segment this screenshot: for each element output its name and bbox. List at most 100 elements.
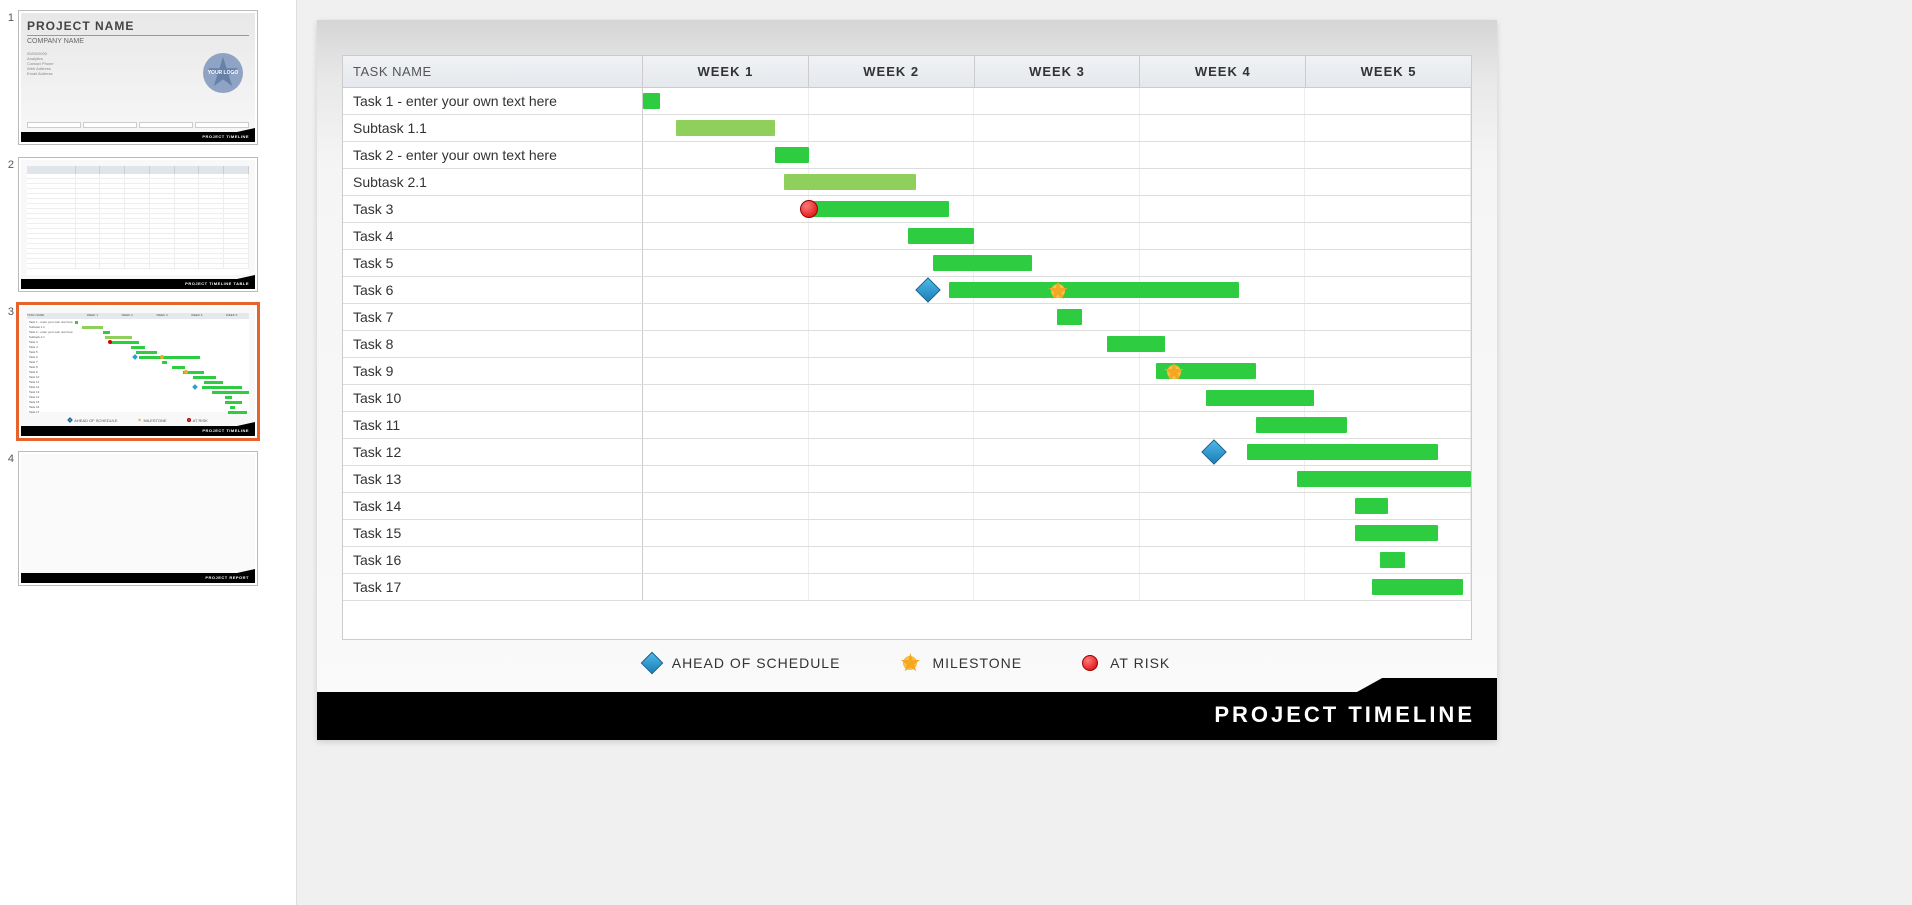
task-label: Task 6 [343,277,643,303]
task-label: Subtask 2.1 [343,169,643,195]
task-label: Task 1 - enter your own text here [343,88,643,114]
week-column-header: WEEK 5 [1306,56,1471,87]
legend-milestone: MILESTONE [900,653,1022,673]
milestone-marker [1048,281,1068,301]
task-label: Task 9 [343,358,643,384]
gantt-legend: AHEAD OF SCHEDULE MILESTONE AT RISK [342,648,1472,678]
task-label: Task 8 [343,331,643,357]
gantt-bar[interactable] [1355,498,1388,514]
gantt-row: Task 2 - enter your own text here [343,142,1471,169]
gantt-row: Task 9 [343,358,1471,385]
gantt-row: Task 6 [343,277,1471,304]
task-label: Task 12 [343,439,643,465]
gantt-bar[interactable] [676,120,775,136]
week-column-header: WEEK 1 [643,56,809,87]
task-label: Task 15 [343,520,643,546]
gantt-row: Task 14 [343,493,1471,520]
gantt-bar[interactable] [1355,525,1438,541]
gantt-bar[interactable] [1256,417,1347,433]
slide-number: 2 [4,157,18,292]
gantt-bar[interactable] [809,201,950,217]
gantt-bar[interactable] [933,255,1032,271]
gantt-row: Task 4 [343,223,1471,250]
week-column-header: WEEK 4 [1140,56,1306,87]
task-label: Subtask 1.1 [343,115,643,141]
legend-ahead: AHEAD OF SCHEDULE [644,655,841,671]
gantt-bar[interactable] [1247,444,1437,460]
gantt-row: Subtask 2.1 [343,169,1471,196]
slide-thumbnail-3[interactable]: TASK NAMEWEEK 1WEEK 2WEEK 3WEEK 4WEEK 5T… [18,304,258,439]
gantt-bar[interactable] [949,282,1239,298]
milestone-marker [1164,362,1184,382]
gantt-header: TASK NAME WEEK 1 WEEK 2 WEEK 3 WEEK 4 WE… [343,56,1471,88]
gantt-row: Task 10 [343,385,1471,412]
at-risk-marker [800,200,818,218]
gantt-bar[interactable] [1297,471,1471,487]
thumb-footer-label: PROJECT REPORT [21,573,255,583]
task-label: Task 11 [343,412,643,438]
thumb-legend: AHEAD OF SCHEDULE MILESTONE AT RISK [27,416,249,424]
task-label: Task 16 [343,547,643,573]
thumb-title: PROJECT NAME [27,19,249,33]
task-label: Task 10 [343,385,643,411]
gantt-row: Task 5 [343,250,1471,277]
slide-footer-title: PROJECT TIMELINE [1214,702,1475,728]
gantt-row: Task 17 [343,574,1471,601]
legend-label: AHEAD OF SCHEDULE [672,655,841,671]
gantt-body: Task 1 - enter your own text hereSubtask… [343,88,1471,601]
ahead-marker [919,281,937,299]
slide-thumbnails-panel: 1 PROJECT NAME COMPANY NAME 00/00/0000An… [0,0,297,905]
logo-placeholder-icon: YOUR LOGO [203,53,243,93]
slide-number: 1 [4,10,18,145]
thumb-footer-label: PROJECT TIMELINE [21,426,255,436]
red-dot-icon [1082,655,1098,671]
slide-editor: TASK NAME WEEK 1 WEEK 2 WEEK 3 WEEK 4 WE… [297,0,1912,905]
sun-icon [1048,281,1068,301]
slide-footer-bar: PROJECT TIMELINE [317,692,1497,740]
slide-thumbnail-4[interactable]: PROJECT REPORT [18,451,258,586]
gantt-row: Subtask 1.1 [343,115,1471,142]
thumb-footer-label: PROJECT TIMELINE [21,132,255,142]
task-label: Task 4 [343,223,643,249]
diamond-icon [640,652,663,675]
slide-thumbnail-2[interactable]: PROJECT TIMELINE TABLE [18,157,258,292]
gantt-bar[interactable] [1206,390,1314,406]
task-label: Task 2 - enter your own text here [343,142,643,168]
slide-thumbnail-1[interactable]: PROJECT NAME COMPANY NAME 00/00/0000Anal… [18,10,258,145]
gantt-bar[interactable] [784,174,916,190]
task-label: Task 14 [343,493,643,519]
gantt-bar[interactable] [908,228,974,244]
gantt-row: Task 11 [343,412,1471,439]
thumb-footer-label: PROJECT TIMELINE TABLE [21,279,255,289]
week-column-header: WEEK 2 [809,56,975,87]
task-label: Task 3 [343,196,643,222]
diamond-icon [1202,439,1227,464]
task-label: Task 17 [343,574,643,600]
gantt-bar[interactable] [1372,579,1463,595]
diamond-icon [915,277,940,302]
gantt-row: Task 7 [343,304,1471,331]
legend-label: MILESTONE [932,655,1022,671]
legend-label: AT RISK [1110,655,1170,671]
task-name-column-header: TASK NAME [343,56,643,87]
gantt-bar[interactable] [775,147,808,163]
gantt-row: Task 1 - enter your own text here [343,88,1471,115]
gantt-row: Task 12 [343,439,1471,466]
sun-icon [900,653,920,673]
gantt-row: Task 15 [343,520,1471,547]
gantt-bar[interactable] [643,93,660,109]
week-column-header: WEEK 3 [975,56,1141,87]
slide-number: 3 [4,304,18,439]
gantt-chart: TASK NAME WEEK 1 WEEK 2 WEEK 3 WEEK 4 WE… [342,55,1472,640]
gantt-bar[interactable] [1380,552,1405,568]
legend-at-risk: AT RISK [1082,655,1170,671]
gantt-bar[interactable] [1107,336,1165,352]
gantt-bar[interactable] [1057,309,1082,325]
red-dot-icon [800,200,818,218]
slide-canvas[interactable]: TASK NAME WEEK 1 WEEK 2 WEEK 3 WEEK 4 WE… [317,20,1497,740]
gantt-row: Task 13 [343,466,1471,493]
slide-number: 4 [4,451,18,586]
gantt-row: Task 16 [343,547,1471,574]
task-label: Task 5 [343,250,643,276]
gantt-row: Task 8 [343,331,1471,358]
